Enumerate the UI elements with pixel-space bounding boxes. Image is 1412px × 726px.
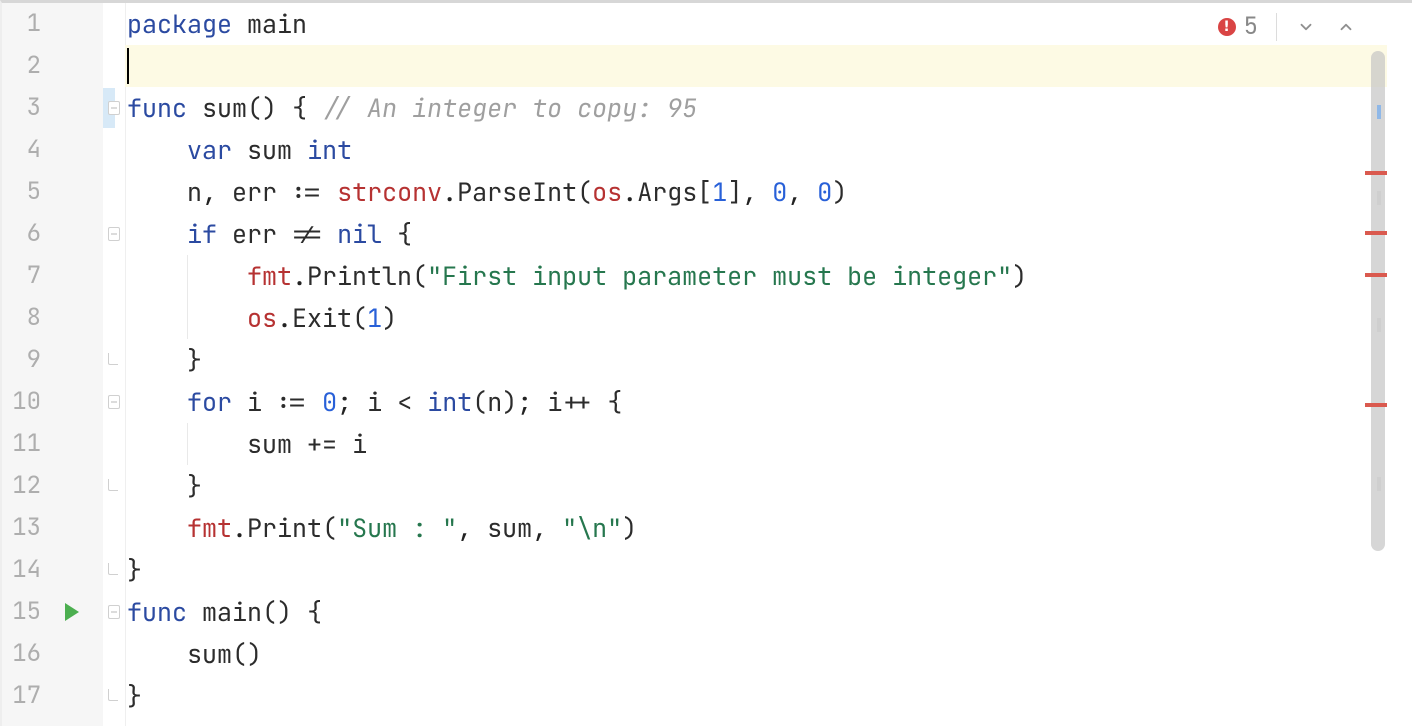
editor-root: 1 2 3 4 5 6 7 8 9 10 11 12 13 14 15 16 1…	[0, 0, 1412, 726]
code-line[interactable]: func main() {	[125, 591, 1387, 633]
code-line[interactable]: sum += i	[125, 423, 1387, 465]
code-line[interactable]: }	[125, 339, 1387, 381]
separator	[1276, 13, 1277, 41]
fold-collapse-icon[interactable]	[108, 101, 120, 115]
line-number-gutter[interactable]: 1 2 3 4 5 6 7 8 9 10 11 12 13 14 15 16 1…	[2, 3, 103, 726]
gutter-line[interactable]: 11	[2, 423, 103, 465]
gutter-line[interactable]: 1	[2, 3, 103, 45]
gutter-line[interactable]: 4	[2, 129, 103, 171]
fold-collapse-icon[interactable]	[108, 395, 120, 409]
gutter-line[interactable]: 5	[2, 171, 103, 213]
marker-weak[interactable]	[1377, 191, 1381, 205]
code-line[interactable]: for i := 0; i < int(n); i++ {	[125, 381, 1387, 423]
gutter-line[interactable]: 2	[2, 45, 103, 87]
gutter-line[interactable]: 3	[2, 87, 103, 129]
code-line[interactable]: }	[125, 675, 1387, 717]
previous-occurrence-button[interactable]	[1335, 16, 1357, 38]
gutter-line[interactable]: 9	[2, 339, 103, 381]
gutter-line[interactable]: 8	[2, 297, 103, 339]
fold-collapse-icon[interactable]	[108, 605, 120, 619]
code-area[interactable]: package main func sum() { // An integer …	[103, 3, 1387, 726]
code-line[interactable]: fmt.Println("First input parameter must …	[125, 255, 1387, 297]
marker-weak[interactable]	[1377, 477, 1381, 491]
gutter-line[interactable]: 7	[2, 255, 103, 297]
code-line[interactable]: func sum() { // An integer to copy: 95	[125, 87, 1387, 129]
fold-end-icon[interactable]	[108, 689, 118, 701]
fold-end-icon[interactable]	[108, 353, 118, 365]
code-line[interactable]: if err != nil {	[125, 213, 1387, 255]
marker-error[interactable]	[1365, 273, 1387, 277]
fold-end-icon[interactable]	[108, 479, 118, 491]
marker-error[interactable]	[1365, 231, 1387, 235]
gutter-line[interactable]: 15	[2, 591, 103, 633]
code-line[interactable]: os.Exit(1)	[125, 297, 1387, 339]
gutter-line[interactable]: 6	[2, 213, 103, 255]
fold-collapse-icon[interactable]	[108, 227, 120, 241]
error-count-badge[interactable]: ! 5	[1218, 6, 1258, 48]
chevron-up-icon	[1337, 18, 1355, 36]
fold-gutter	[103, 3, 125, 726]
inspections-widget[interactable]: ! 5	[1218, 9, 1357, 45]
gutter-line[interactable]: 10	[2, 381, 103, 423]
marker-weak[interactable]	[1377, 318, 1381, 332]
code-line[interactable]: package main	[125, 3, 1387, 45]
code-line[interactable]: }	[125, 549, 1387, 591]
marker-error[interactable]	[1365, 171, 1387, 175]
code-line[interactable]: }	[125, 465, 1387, 507]
code-line-current[interactable]	[125, 45, 1387, 87]
marker-error[interactable]	[1365, 403, 1387, 407]
gutter-line[interactable]: 17	[2, 675, 103, 717]
code-line[interactable]: sum()	[125, 633, 1387, 675]
gutter-line[interactable]: 12	[2, 465, 103, 507]
next-occurrence-button[interactable]	[1295, 16, 1317, 38]
code-line[interactable]: fmt.Print("Sum : ", sum, "\n")	[125, 507, 1387, 549]
error-stripe-track[interactable]	[1363, 3, 1387, 726]
run-gutter-icon[interactable]	[65, 603, 79, 621]
gutter-line[interactable]: 13	[2, 507, 103, 549]
chevron-down-icon	[1297, 18, 1315, 36]
marker-info[interactable]	[1377, 105, 1381, 119]
code-lines[interactable]: package main func sum() { // An integer …	[125, 3, 1387, 717]
error-count: 5	[1244, 6, 1258, 48]
code-line[interactable]: n, err := strconv.ParseInt(os.Args[1], 0…	[125, 171, 1387, 213]
error-icon: !	[1218, 18, 1236, 36]
scrollbar-thumb[interactable]	[1371, 51, 1385, 551]
gutter-line[interactable]: 14	[2, 549, 103, 591]
text-caret	[127, 48, 129, 84]
gutter-line[interactable]: 16	[2, 633, 103, 675]
fold-end-icon[interactable]	[108, 563, 118, 575]
code-line[interactable]: var sum int	[125, 129, 1387, 171]
